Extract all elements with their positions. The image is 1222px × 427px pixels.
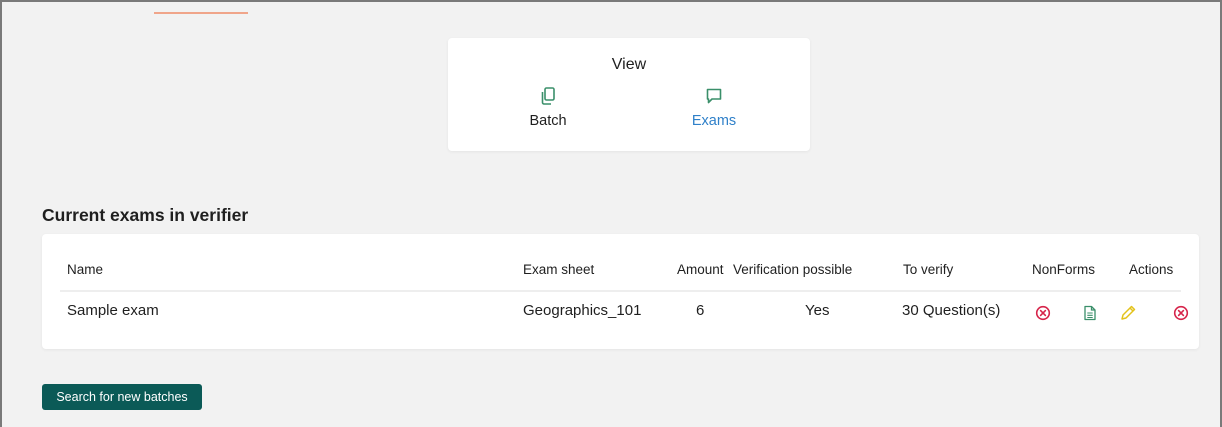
view-option-exams[interactable]: Exams	[664, 86, 764, 129]
pencil-icon[interactable]	[1119, 304, 1137, 322]
column-header-verification-possible[interactable]: Verification possible	[733, 262, 852, 277]
close-circle-icon[interactable]	[1034, 304, 1052, 322]
document-icon[interactable]	[1081, 304, 1099, 322]
column-header-name[interactable]: Name	[67, 262, 103, 277]
column-header-actions[interactable]: Actions	[1129, 262, 1173, 277]
view-title: View	[611, 56, 647, 73]
cell-name: Sample exam	[67, 302, 159, 319]
view-toggle-card: View Batch Exams	[448, 38, 810, 151]
column-header-to-verify[interactable]: To verify	[903, 262, 953, 277]
cell-exam-sheet: Geographics_101	[523, 302, 642, 319]
message-square-icon	[664, 86, 764, 108]
active-tab-underline	[154, 12, 248, 14]
cell-verification-possible: Yes	[805, 302, 830, 319]
cell-amount: 6	[696, 302, 705, 319]
cell-to-verify: 30 Question(s)	[902, 302, 1001, 319]
header-divider	[60, 290, 1181, 292]
view-option-exams-label: Exams	[691, 113, 737, 129]
copy-icon	[498, 86, 598, 108]
exams-table: Name Exam sheet Amount Verification poss…	[42, 234, 1199, 349]
search-new-batches-button[interactable]: Search for new batches	[42, 384, 202, 410]
column-header-amount[interactable]: Amount	[677, 262, 724, 277]
view-option-batch-label: Batch	[529, 113, 567, 129]
section-title: Current exams in verifier	[42, 205, 249, 225]
column-header-nonforms[interactable]: NonForms	[1032, 262, 1095, 277]
close-circle-icon[interactable]	[1172, 304, 1190, 322]
view-option-batch[interactable]: Batch	[498, 86, 598, 129]
column-header-exam-sheet[interactable]: Exam sheet	[523, 262, 594, 277]
